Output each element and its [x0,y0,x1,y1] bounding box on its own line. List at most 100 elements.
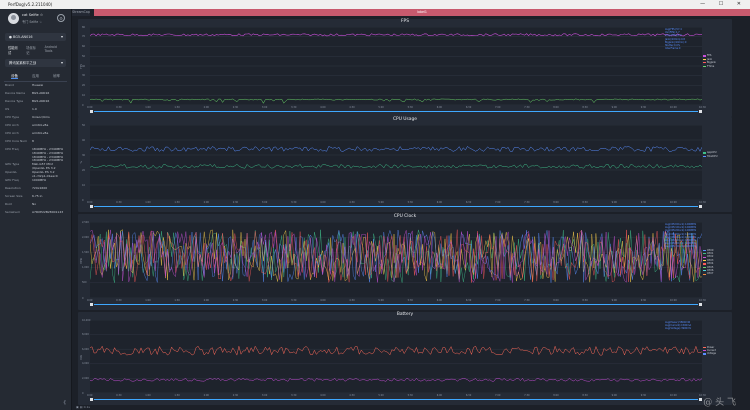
x-tick: 9:00 [611,299,617,302]
slider-handle-left[interactable] [90,398,93,401]
info-tab-2[interactable]: 帧率 [53,73,60,79]
x-tick: 1:30 [174,394,180,397]
legend-item[interactable]: FTime [703,65,731,68]
x-tick: 2:30 [232,394,239,397]
x-tick: 3:00 [261,201,268,204]
legend-swatch [703,263,706,265]
x-tick: 1:00 [145,299,151,302]
y-tick: 40 [82,64,86,68]
stat-line: Avg(CPU7Clock):1600MHz [665,245,697,249]
window-controls[interactable]: — ☐ ✕ [700,0,747,9]
x-tick: 6:30 [465,299,472,302]
legend-item[interactable]: Voltage [703,352,731,355]
sidebar-footer: ⟪ [0,400,72,410]
x-tick: 6:30 [465,201,472,204]
legend-item[interactable]: TotalCPU [703,155,731,158]
slider-handle-right[interactable] [699,110,702,113]
time-range-slider[interactable] [90,303,702,306]
x-tick: 2:00 [203,106,209,109]
y-tick: 10,000 [82,318,91,322]
x-tick: 0:30 [116,201,122,204]
info-value: 6.75 in [32,194,43,199]
chart-panel-battery: Battery mW 10,000 8,000 6,000 4,000 2,000 0 0:00… [78,312,732,405]
y-tick: 6,000 [82,347,89,351]
window-title: PerfDog(v5.2.211040) [8,2,53,7]
info-tab-1[interactable]: 应用 [32,73,39,79]
x-tick: 6:30 [465,394,472,397]
legend-swatch [703,55,706,57]
y-tick: 0 [82,296,84,300]
collapse-icon[interactable]: ⟪ [63,400,66,406]
plot-area[interactable] [90,222,702,298]
info-key: Serialnum [5,210,21,215]
x-tick: 0:30 [116,106,122,109]
x-tick: 4:30 [349,394,355,397]
legend-swatch [703,249,706,251]
x-tick: 8:00 [553,394,559,397]
x-tick: 8:00 [553,106,559,109]
y-axis-label: mW [80,354,83,360]
x-tick: 1:00 [145,394,151,397]
y-tick: 50 [82,123,86,127]
y-tick: 8,000 [82,333,89,337]
label-marker[interactable]: label1 [94,9,750,16]
mode-tabs: 性能测试 场景标记 Android Tools [8,45,65,55]
chart-title: CPU Clock [393,214,417,219]
legend-item[interactable]: CPU7 [703,272,731,275]
slider-handle-right[interactable] [699,205,702,208]
time-range-slider[interactable] [90,110,702,113]
time-range-slider[interactable] [90,398,702,401]
slider-handle-right[interactable] [699,303,702,306]
x-tick: 8:30 [582,394,588,397]
plot-area[interactable] [90,125,702,200]
plot-area[interactable] [90,320,702,393]
x-tick: 10:00 [669,299,677,302]
slider-handle-left[interactable] [90,205,93,208]
mode-tab-0[interactable]: 性能测试 [8,45,20,55]
time-range-slider[interactable] [90,205,702,208]
slider-track[interactable] [94,399,698,400]
info-row: Screen Size 6.75 in [5,194,71,203]
slider-handle-left[interactable] [90,110,93,113]
plot-area[interactable] [90,27,702,105]
mode-tab-2[interactable]: Android Tools [45,45,65,55]
slider-track[interactable] [94,111,698,112]
series-line [90,98,702,104]
x-tick: 1:30 [174,106,180,109]
x-tick: 3:30 [291,201,297,204]
strip-left-label[interactable]: StreamCap [72,9,90,16]
mode-tab-1[interactable]: 场景标记 [26,45,38,55]
stat-line: InterFrame:0 [665,47,681,51]
x-tick: 0:00 [87,299,93,302]
chart-stats: Avg(FPS):57.4 Var(FPS):1.7 Drop(FPS)/h:0 Ja… [665,28,701,50]
x-tick: 3:30 [291,106,297,109]
x-tick: 0:30 [116,394,122,397]
slider-track[interactable] [94,206,698,207]
info-tab-0[interactable]: 设备 [11,73,18,79]
slider-handle-right[interactable] [699,398,702,401]
slider-track[interactable] [94,304,698,305]
info-key: Device Type [5,99,24,103]
legend-label: CPU7 [707,272,714,276]
watermark: @ 头 飞 [703,398,736,408]
y-tick: 30 [82,74,86,78]
window-titlebar: PerfDog(v5.2.211040) — ☐ ✕ [0,0,750,9]
x-tick: 7:30 [524,299,530,302]
y-axis-label: % [80,160,83,163]
settings-icon[interactable]: ⚙ [57,14,65,22]
device-select[interactable]: ● BG5-AN016 [5,33,66,41]
avatar[interactable] [8,13,19,24]
legend-swatch [703,259,706,262]
x-tick: 9:30 [640,201,647,204]
chart-title: Battery [396,312,414,317]
chart-svg [90,320,702,393]
chart-legend: Power Current Voltage [703,346,731,356]
x-tick: 6:30 [465,106,472,109]
x-tick: 1:30 [174,201,180,204]
slider-handle-left[interactable] [90,303,93,306]
app-select[interactable]: 腾讯某某和平之战 [5,59,66,67]
user-subtitle: 专门 Selfie ☆ [22,20,43,24]
main-area: StreamCap label1 FPS FPS 80 70 60 50 40 30 20 10 0… [72,9,750,410]
info-tabs: 设备 应用 帧率 [4,73,67,82]
x-tick: 3:00 [261,106,268,109]
